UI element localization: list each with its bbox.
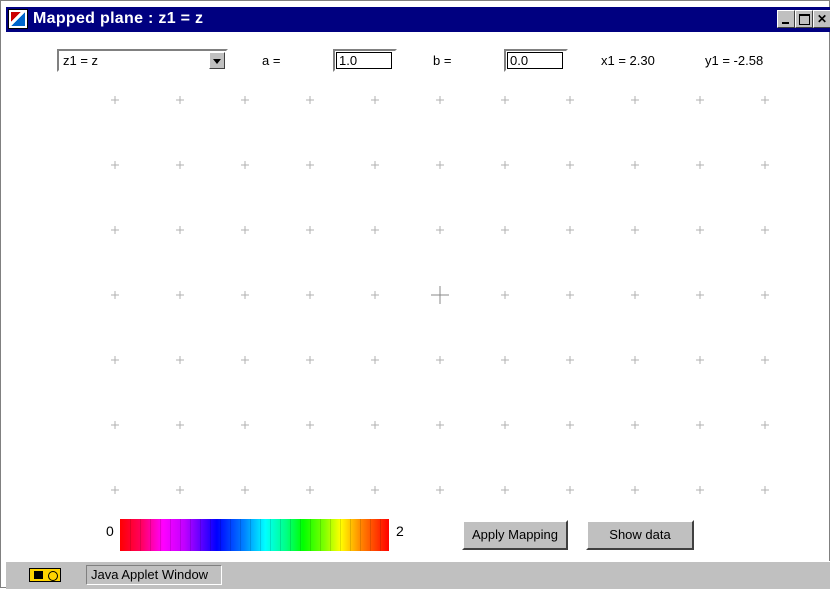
colorbar-segment-divider (220, 519, 221, 551)
maximize-button[interactable] (795, 10, 813, 28)
colorbar-segment-divider (210, 519, 211, 551)
colorbar-segment-divider (250, 519, 251, 551)
close-icon: ✕ (816, 12, 828, 26)
colorbar-segment-divider (160, 519, 161, 551)
colorbar-segment-divider (240, 519, 241, 551)
a-field-frame (333, 49, 397, 72)
colorbar-segment-divider (340, 519, 341, 551)
colorbar-segment-divider (200, 519, 201, 551)
minimize-icon (782, 22, 789, 24)
mapping-select-value: z1 = z (63, 53, 99, 68)
colorbar-min-label: 0 (106, 523, 114, 539)
colorbar-segment-divider (380, 519, 381, 551)
colorbar-segment-divider (230, 519, 231, 551)
b-input[interactable] (507, 52, 563, 69)
colorbar-segment-divider (150, 519, 151, 551)
colorbar-segment-divider (180, 519, 181, 551)
colorbar-segment-divider (280, 519, 281, 551)
maximize-icon (799, 14, 810, 25)
a-label: a = (262, 53, 281, 68)
java-coffee-icon (29, 568, 61, 582)
window-border (0, 0, 830, 588)
minimize-button[interactable] (777, 10, 795, 28)
chevron-down-icon[interactable] (209, 52, 225, 69)
y1-readout: y1 = -2.58 (705, 53, 764, 68)
a-input[interactable] (336, 52, 392, 69)
status-bar: Java Applet Window (6, 561, 830, 589)
colorbar-segment-divider (140, 519, 141, 551)
colorbar-segment-divider (190, 519, 191, 551)
x1-readout: x1 = 2.30 (601, 53, 655, 68)
title-bar[interactable]: Mapped plane : z1 = z ✕ (6, 7, 830, 32)
java-cup-icon[interactable] (8, 9, 28, 29)
show-data-button[interactable]: Show data (586, 520, 694, 550)
colorbar-segment-divider (310, 519, 311, 551)
colorbar-segment-divider (260, 519, 261, 551)
b-field-frame (504, 49, 568, 72)
colorbar-segment-divider (320, 519, 321, 551)
colorbar (120, 519, 389, 551)
colorbar-segment-divider (350, 519, 351, 551)
colorbar-segment-divider (330, 519, 331, 551)
apply-mapping-button[interactable]: Apply Mapping (462, 520, 568, 550)
window-title: Mapped plane : z1 = z (33, 10, 204, 27)
colorbar-segment-divider (370, 519, 371, 551)
colorbar-segment-divider (290, 519, 291, 551)
colorbar-segment-divider (300, 519, 301, 551)
mapping-select[interactable]: z1 = z (57, 49, 228, 72)
colorbar-segment-divider (360, 519, 361, 551)
colorbar-segment-divider (130, 519, 131, 551)
status-text: Java Applet Window (86, 565, 222, 585)
b-label: b = (433, 53, 452, 68)
colorbar-max-label: 2 (396, 523, 404, 539)
colorbar-segment-divider (270, 519, 271, 551)
close-button[interactable]: ✕ (813, 10, 830, 28)
colorbar-segment-divider (170, 519, 171, 551)
